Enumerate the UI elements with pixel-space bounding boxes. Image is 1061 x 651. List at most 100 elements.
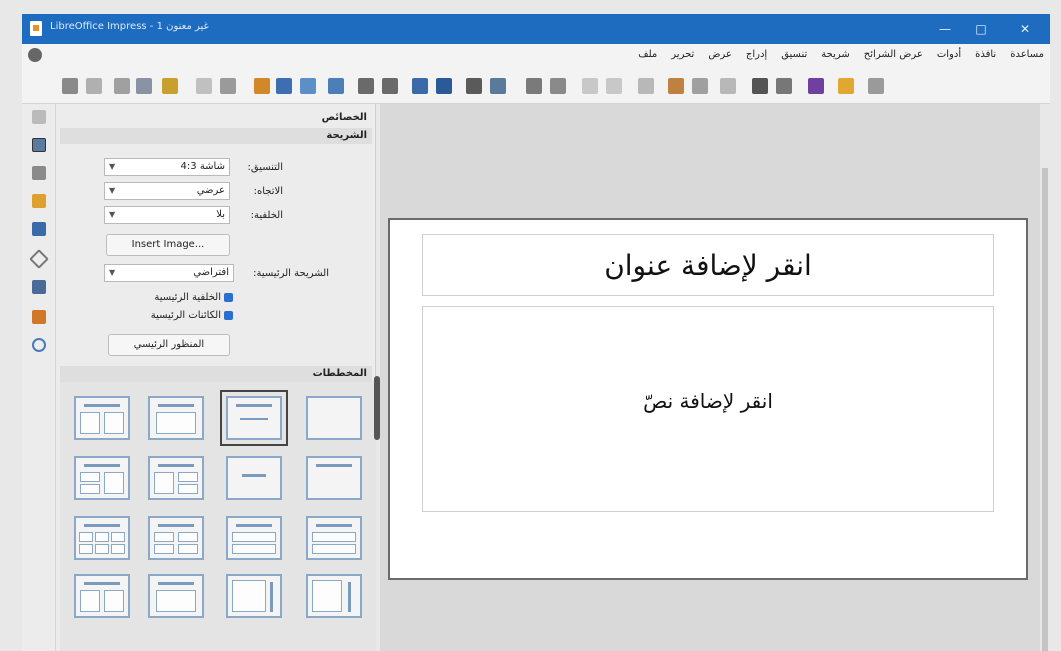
chevron-down-icon: ▼ xyxy=(109,186,116,195)
insert-image-button[interactable]: Insert Image... xyxy=(106,234,230,256)
menu-bar: ملف تحرير عرض إدراج تنسيق شريحة عرض الشر… xyxy=(22,44,1050,68)
media-icon[interactable] xyxy=(300,78,316,94)
minimize-button[interactable]: — xyxy=(930,18,960,40)
menu-items: ملف تحرير عرض إدراج تنسيق شريحة عرض الشر… xyxy=(638,49,1044,60)
menu-edit[interactable]: تحرير xyxy=(671,49,694,60)
body-placeholder[interactable]: انقر لإضافة نصّ xyxy=(422,306,994,512)
orientation-select[interactable]: ▼ عرضي xyxy=(104,182,230,200)
new-document-icon[interactable] xyxy=(868,78,884,94)
layout-title-4content[interactable] xyxy=(148,516,204,560)
layout-title-content[interactable] xyxy=(148,396,204,440)
display-grid-icon[interactable] xyxy=(412,78,428,94)
layout-title-6content[interactable] xyxy=(74,516,130,560)
format-select[interactable]: ▼ شاشة 4:3 xyxy=(104,158,230,176)
layouts-grid xyxy=(60,382,376,651)
cut-icon[interactable] xyxy=(692,78,708,94)
master-slide-label: الشريحة الرئيسية: xyxy=(253,268,329,279)
background-select[interactable]: ▼ بلا xyxy=(104,206,230,224)
open-icon[interactable] xyxy=(838,78,854,94)
animation-tab-icon[interactable] xyxy=(32,194,46,208)
master-slide-select[interactable]: ▼ افتراضي xyxy=(104,264,234,282)
title-placeholder[interactable]: انقر لإضافة عنوان xyxy=(422,234,994,296)
navigator-tab-icon[interactable] xyxy=(29,249,49,269)
save-icon[interactable] xyxy=(808,78,824,94)
menu-file[interactable]: ملف xyxy=(638,49,657,60)
print-icon[interactable] xyxy=(752,78,768,94)
helplines-icon[interactable] xyxy=(436,78,452,94)
paste-icon[interactable] xyxy=(638,78,654,94)
menu-window[interactable]: نافذة xyxy=(975,49,996,60)
gallery-tab-icon[interactable] xyxy=(32,310,46,324)
window-title: LibreOffice Impress - غير معنون 1 xyxy=(50,21,209,32)
body-placeholder-text: انقر لإضافة نصّ xyxy=(643,389,773,413)
redo-icon[interactable] xyxy=(582,78,598,94)
chevron-down-icon: ▼ xyxy=(109,210,116,219)
sidebar-tab-strip xyxy=(22,104,56,651)
standard-toolbar xyxy=(22,68,1050,104)
spellcheck-icon[interactable] xyxy=(526,78,542,94)
clone-formatting-icon[interactable] xyxy=(550,78,566,94)
master-objects-checkbox[interactable]: الكائنات الرئيسية xyxy=(151,310,233,321)
menu-help[interactable]: مساعدة xyxy=(1010,49,1044,60)
menu-slide[interactable]: شريحة xyxy=(821,49,850,60)
zoom-icon[interactable] xyxy=(136,78,152,94)
table-icon[interactable] xyxy=(220,78,236,94)
transitions-icon[interactable] xyxy=(382,78,398,94)
layout-vertical-title-text[interactable] xyxy=(226,574,282,618)
duplicate-slide-icon[interactable] xyxy=(114,78,130,94)
layout-title-content-over-content[interactable] xyxy=(226,516,282,560)
styles-tab-icon[interactable] xyxy=(32,280,46,294)
layout-title-vertical-text[interactable] xyxy=(148,574,204,618)
shape-icon[interactable] xyxy=(196,78,212,94)
start-slideshow-icon[interactable] xyxy=(466,78,482,94)
close-document-icon[interactable] xyxy=(28,48,42,62)
maximize-button[interactable]: □ xyxy=(966,18,996,40)
shapes-tab-icon[interactable] xyxy=(32,338,46,352)
slide-canvas: انقر لإضافة عنوان انقر لإضافة نصّ xyxy=(380,104,1048,651)
presenter-icon[interactable] xyxy=(490,78,506,94)
undo-icon[interactable] xyxy=(606,78,622,94)
properties-panel: الخصائص الشريحة التنسيق: ▼ شاشة 4:3 الات… xyxy=(56,104,376,651)
layout-title-2vertical-text[interactable] xyxy=(74,574,130,618)
layout-title-only[interactable] xyxy=(306,456,362,500)
master-slides-tab-icon[interactable] xyxy=(32,222,46,236)
canvas-vertical-scrollbar[interactable] xyxy=(1042,168,1048,651)
sidebar-menu-icon[interactable] xyxy=(32,110,46,124)
properties-tab-icon[interactable] xyxy=(32,138,46,152)
layout-title-subtitle[interactable] xyxy=(220,390,288,446)
slide-icon[interactable] xyxy=(62,78,78,94)
layout-blank[interactable] xyxy=(306,396,362,440)
layout-vertical-title-text-chart[interactable] xyxy=(306,574,362,618)
layouts-heading: المخططات xyxy=(312,368,367,379)
textbox-icon[interactable] xyxy=(328,78,344,94)
copy-icon[interactable] xyxy=(668,78,684,94)
layout-title-2content-over-content[interactable] xyxy=(306,516,362,560)
text-tool-icon[interactable] xyxy=(162,78,178,94)
find-icon[interactable] xyxy=(720,78,736,94)
close-button[interactable]: ✕ xyxy=(1010,18,1040,40)
checkbox-checked-icon xyxy=(224,310,233,320)
title-placeholder-text: انقر لإضافة عنوان xyxy=(604,249,812,282)
master-view-button[interactable]: المنظور الرئيسي xyxy=(108,334,230,356)
slide: انقر لإضافة عنوان انقر لإضافة نصّ xyxy=(388,218,1028,580)
layout-title-content-2content[interactable] xyxy=(74,456,130,500)
checkbox-checked-icon xyxy=(224,292,233,302)
new-slide-icon[interactable] xyxy=(86,78,102,94)
layout-centered-text[interactable] xyxy=(226,456,282,500)
menu-insert[interactable]: إدراج xyxy=(746,49,767,60)
slide-transition-tab-icon[interactable] xyxy=(32,166,46,180)
chevron-down-icon: ▼ xyxy=(109,162,116,171)
master-background-checkbox[interactable]: الخلفية الرئيسية xyxy=(154,292,233,303)
layout-title-2content-content[interactable] xyxy=(148,456,204,500)
menu-view[interactable]: عرض xyxy=(708,49,732,60)
chart-icon[interactable] xyxy=(254,78,270,94)
fontwork-icon[interactable] xyxy=(358,78,374,94)
menu-format[interactable]: تنسيق xyxy=(781,49,807,60)
export-pdf-icon[interactable] xyxy=(776,78,792,94)
slide-section-bar[interactable] xyxy=(60,128,372,144)
menu-slideshow[interactable]: عرض الشرائح xyxy=(864,49,923,60)
image-icon[interactable] xyxy=(276,78,292,94)
layout-two-content[interactable] xyxy=(74,396,130,440)
menu-tools[interactable]: أدوات xyxy=(937,49,961,60)
chevron-down-icon: ▼ xyxy=(109,268,116,277)
